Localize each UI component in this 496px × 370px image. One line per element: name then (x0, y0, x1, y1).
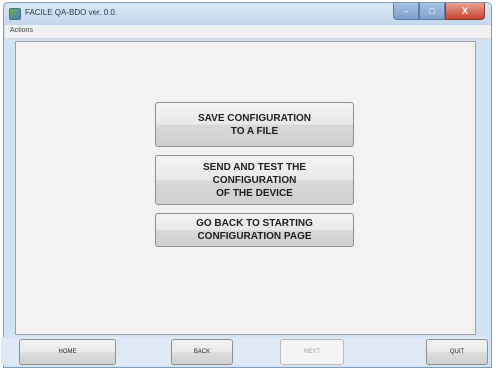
back-button[interactable]: BACK (171, 339, 233, 365)
maximize-button[interactable]: □ (419, 3, 445, 20)
window-controls: – □ X (393, 3, 485, 20)
app-icon (9, 8, 21, 20)
save-configuration-button[interactable]: SAVE CONFIGURATION TO A FILE (155, 102, 354, 147)
menu-actions[interactable]: Actions (10, 27, 33, 34)
minimize-button[interactable]: – (393, 3, 419, 20)
close-button[interactable]: X (445, 3, 485, 20)
send-and-test-button[interactable]: SEND AND TEST THE CONFIGURATION OF THE D… (155, 155, 354, 205)
menu-bar: Actions (5, 25, 491, 39)
title-bar[interactable]: FACILE QA-BDO ver. 0.0. – □ X (4, 3, 491, 25)
next-button[interactable]: NEXT (280, 339, 344, 365)
quit-button[interactable]: QUIT (426, 339, 488, 365)
go-back-to-start-button[interactable]: GO BACK TO STARTING CONFIGURATION PAGE (155, 213, 354, 247)
window-title: FACILE QA-BDO ver. 0.0. (25, 8, 118, 17)
home-button[interactable]: HOME (19, 339, 116, 365)
